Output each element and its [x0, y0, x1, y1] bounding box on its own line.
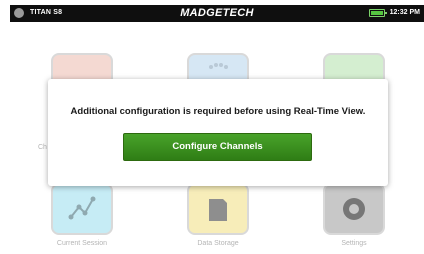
clock: 12:32 PM — [389, 9, 420, 16]
current-session-tile[interactable] — [51, 183, 113, 235]
device-screen: TITAN S8 MADGETECH 12:32 PM Ch Current S… — [10, 5, 424, 254]
configuration-required-dialog: Additional configuration is required bef… — [48, 79, 388, 186]
configure-channels-button[interactable]: Configure Channels — [123, 133, 312, 161]
graph-icon — [68, 196, 96, 220]
settings-label: Settings — [341, 240, 367, 247]
settings-icon — [343, 198, 365, 220]
status-bar: TITAN S8 MADGETECH 12:32 PM — [10, 5, 424, 22]
current-session-label: Current Session — [56, 240, 108, 247]
battery-icon — [369, 9, 387, 17]
data-storage-label: Data Storage — [197, 240, 239, 247]
brand-logo: MADGETECH — [180, 7, 254, 19]
dialog-message: Additional configuration is required bef… — [70, 106, 366, 117]
data-storage-tile[interactable] — [187, 183, 249, 235]
settings-tile[interactable] — [323, 183, 385, 235]
data-storage-icon — [209, 199, 227, 221]
